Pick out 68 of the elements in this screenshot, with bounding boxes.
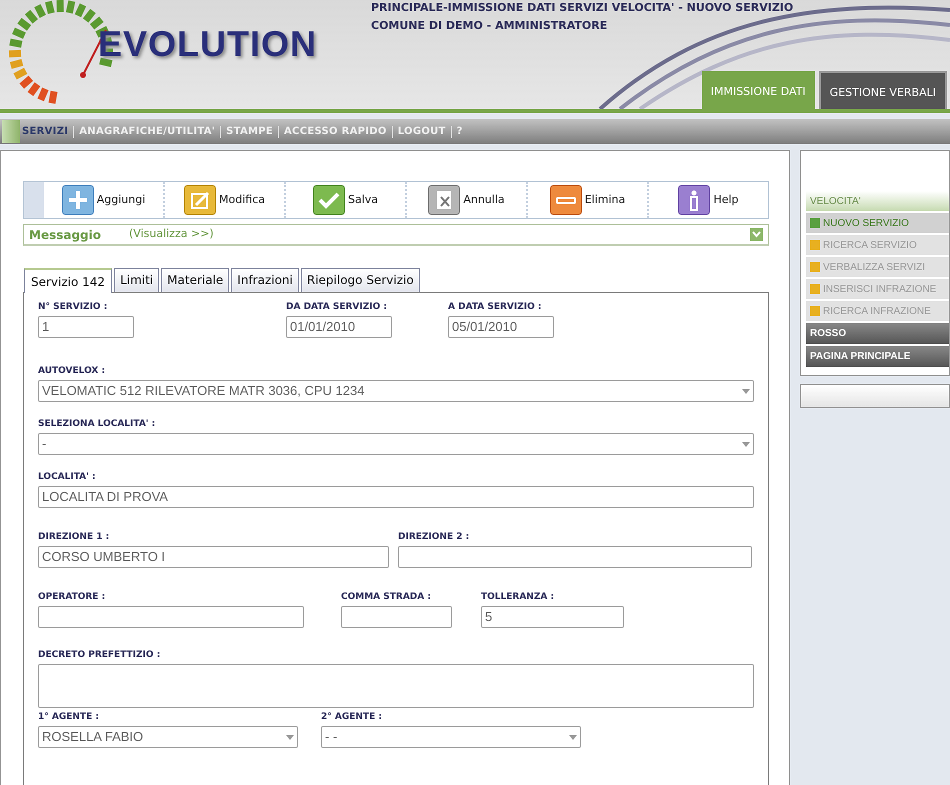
plus-icon	[62, 185, 94, 215]
text-area[interactable]	[38, 664, 754, 708]
square-icon	[810, 218, 820, 228]
caret-icon	[286, 734, 294, 740]
field-label: DIREZIONE 1 :	[38, 531, 110, 544]
breadcrumb: PRINCIPALE-IMMISSIONE DATI SERVIZI VELOCITA' - NUOVO SERVIZIO	[371, 0, 794, 16]
field-label: DIREZIONE 2 :	[398, 531, 470, 544]
input-field[interactable]	[341, 606, 452, 628]
tab[interactable]: Infrazioni	[231, 268, 299, 292]
document-x-icon	[428, 185, 460, 215]
menu-link[interactable]: SERVIZI	[22, 124, 68, 139]
toolbar-button[interactable]: Elimina	[528, 182, 649, 218]
field-label: TOLLERANZA :	[481, 591, 556, 604]
header-tab[interactable]: GESTIONE VERBALI	[818, 70, 947, 109]
field-label: COMMA STRADA :	[341, 591, 432, 604]
field-label: SELEZIONA LOCALITA' :	[38, 418, 156, 431]
dropdown[interactable]: ROSELLA FABIO	[38, 726, 298, 748]
minus-icon	[550, 185, 582, 215]
toolbar-button[interactable]: Aggiungi	[44, 182, 165, 218]
square-icon	[810, 306, 820, 316]
square-icon	[810, 284, 820, 294]
dropdown[interactable]: -	[38, 433, 754, 455]
caret-icon	[569, 734, 577, 740]
user-info: COMUNE DI DEMO - AMMINISTRATORE	[371, 18, 608, 34]
input-field[interactable]: CORSO UMBERTO I	[38, 546, 389, 568]
sidebar-item: VELOCITA'	[806, 191, 949, 211]
input-field[interactable]: 05/01/2010	[448, 316, 554, 338]
toolbar-handle	[24, 182, 44, 218]
dropdown[interactable]: VELOMATIC 512 RILEVATORE MATR 3036, CPU 1234	[38, 380, 754, 402]
square-icon	[810, 240, 820, 250]
square-icon	[810, 262, 820, 272]
toolbar-button[interactable]: Annulla	[407, 182, 528, 218]
field-label: DECRETO PREFETTIZIO :	[38, 649, 162, 662]
pencil-icon	[184, 185, 216, 215]
input-field[interactable]	[38, 606, 304, 628]
field-label: A DATA SERVIZIO :	[448, 301, 543, 314]
checkmark-icon	[312, 185, 345, 215]
tab[interactable]: Materiale	[161, 268, 230, 292]
caret-icon	[742, 388, 750, 394]
input-field[interactable]: 01/01/2010	[286, 316, 392, 338]
input-field[interactable]: 5	[481, 606, 624, 628]
menu-marker	[2, 120, 20, 143]
input-field[interactable]: LOCALITA DI PROVA	[38, 486, 754, 508]
sidebar-item[interactable]: NUOVO SERVIZIO	[806, 213, 949, 233]
toolbar-button[interactable]: Salva	[286, 182, 407, 218]
tab[interactable]: Riepilogo Servizio	[300, 268, 420, 292]
sidebar-item[interactable]: ROSSO	[806, 323, 949, 344]
field-label: 1° AGENTE :	[38, 711, 100, 724]
input-field[interactable]: 1	[38, 316, 134, 338]
field-label: AUTOVELOX :	[38, 365, 106, 378]
logo-text: EVOLUTION	[98, 22, 318, 66]
dropdown[interactable]: - -	[321, 726, 581, 748]
toolbar-button[interactable]: Help	[649, 182, 768, 218]
field-label: DA DATA SERVIZIO :	[286, 301, 388, 314]
field-label: 2° AGENTE :	[321, 711, 383, 724]
tab[interactable]: Limiti	[114, 268, 160, 292]
sidebar-item[interactable]: PAGINA PRINCIPALE	[806, 346, 949, 367]
show-link[interactable]: (Visualizza >>)	[129, 226, 214, 243]
tab[interactable]: Servizio 142	[24, 268, 112, 293]
field-label: N° SERVIZIO :	[38, 301, 108, 314]
field-label: OPERATORE :	[38, 591, 106, 604]
toolbar-button[interactable]: Modifica	[165, 182, 286, 218]
caret-icon	[742, 442, 750, 446]
info-icon	[678, 185, 710, 215]
expand-icon[interactable]	[750, 228, 763, 241]
message-title: Messaggio	[29, 226, 101, 244]
field-label: LOCALITA' :	[38, 471, 97, 484]
input-field[interactable]	[398, 546, 752, 568]
